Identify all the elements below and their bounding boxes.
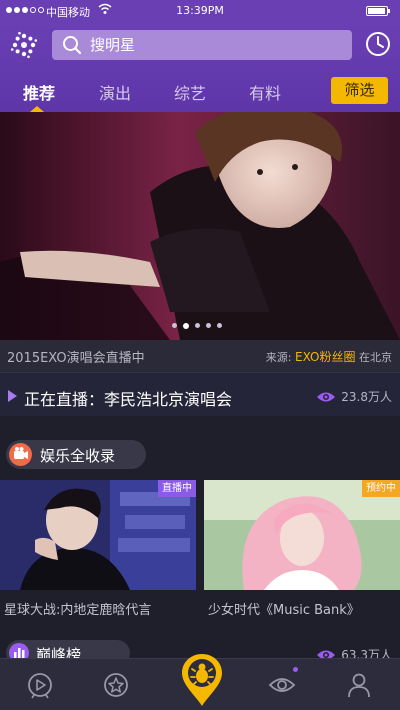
pager-dot-active[interactable] [183,322,189,329]
tab-shows[interactable]: 演出 [99,80,131,104]
star-icon[interactable] [102,671,130,699]
source-name[interactable]: EXO粉丝圈 [295,350,355,364]
video-card[interactable]: 直播中 星球大战:内地定鹿晗代言 [0,480,196,622]
pager-dot[interactable] [217,323,222,328]
history-clock-icon[interactable] [365,31,391,57]
play-circle-icon[interactable] [26,671,54,699]
card-title: 少女时代《Music Bank》 [208,603,360,618]
search-input[interactable] [90,30,340,60]
banner-source: 来源: EXO粉丝圈 在北京 [266,348,392,365]
live-viewer-count: 23.8万人 [316,388,392,405]
section-header-entertainment[interactable]: 娱乐全收录 [6,440,146,469]
battery-icon [366,6,390,16]
reservation-badge: 预约中 [362,480,400,497]
banner-info-row[interactable]: 2015EXO演唱会直播中 来源: EXO粉丝圈 在北京 [0,340,400,372]
banner-title: 2015EXO演唱会直播中 [7,351,145,366]
bug-center-icon[interactable] [180,652,224,708]
pager-dot[interactable] [195,323,200,328]
live-badge: 直播中 [158,480,196,497]
tab-gossip[interactable]: 有料 [249,80,281,104]
header: 推荐 演出 综艺 有料 筛选 [0,22,400,112]
camera-icon [9,443,32,466]
live-title: 正在直播：李民浩北京演唱会 [24,390,233,409]
search-icon [63,36,82,55]
filter-button[interactable]: 筛选 [331,77,388,104]
status-bar: 中国移动 13:39PM [0,0,400,22]
search-bar[interactable] [52,30,352,60]
pager-dot[interactable] [206,323,211,328]
tab-recommend[interactable]: 推荐 [23,80,55,104]
category-tabs: 推荐 演出 综艺 有料 筛选 [0,72,400,112]
banner-carousel[interactable] [0,112,400,340]
carousel-pager[interactable] [172,322,222,329]
notification-dot [293,667,298,672]
status-time: 13:39PM [176,4,224,17]
source-location: 在北京 [359,351,392,364]
video-card[interactable]: 预约中 少女时代《Music Bank》 [204,480,400,622]
eye-icon[interactable] [268,671,296,699]
pager-dot[interactable] [172,323,177,328]
banner-image [0,112,400,340]
play-triangle-icon [8,390,17,402]
eye-icon [317,392,336,401]
source-prefix: 来源: [265,351,292,364]
app-logo-icon[interactable] [10,31,38,59]
tab-variety[interactable]: 综艺 [174,80,206,104]
live-now-row[interactable]: 正在直播：李民浩北京演唱会 23.8万人 [0,372,400,416]
bottom-tab-bar [0,654,400,710]
card-title: 星球大战:内地定鹿晗代言 [4,603,152,618]
person-icon[interactable] [345,671,373,699]
section-title: 娱乐全收录 [40,447,116,465]
viewer-count-text: 23.8万人 [341,390,392,404]
